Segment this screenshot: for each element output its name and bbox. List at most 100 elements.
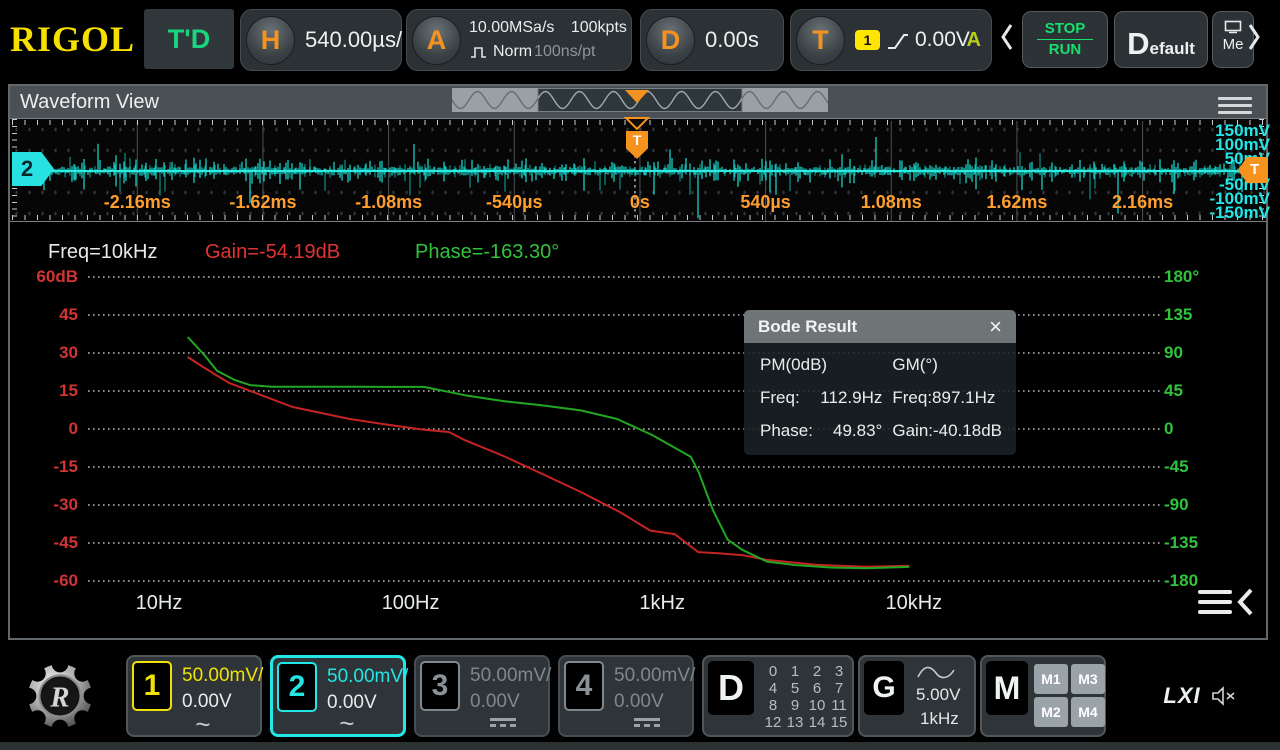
memory-depth: 100kpts bbox=[571, 19, 627, 36]
pm-header: PM(0dB) bbox=[760, 355, 882, 375]
phase-axis-tick: 135 bbox=[1164, 305, 1192, 325]
nav-left-icon[interactable] bbox=[1000, 22, 1014, 52]
svg-text:R: R bbox=[49, 681, 69, 713]
trigger-position-icon[interactable] bbox=[624, 117, 650, 130]
acquire-mode: Norm bbox=[493, 43, 532, 61]
channel-2-button[interactable]: 250.00mV/0.00V~ bbox=[270, 655, 406, 737]
result-row: Phase:49.83° bbox=[760, 421, 882, 441]
result-value: Gain:-40.18dB bbox=[892, 421, 1002, 441]
volt-label: -150mV bbox=[1210, 206, 1270, 220]
phase-axis-tick: 180° bbox=[1164, 267, 1199, 287]
result-row: Freq:897.1Hz bbox=[892, 388, 1002, 408]
digital-channel-0: 0 bbox=[762, 663, 784, 680]
math-button[interactable]: M M1M3M2M4 bbox=[980, 655, 1106, 737]
sample-rate: 10.00MSa/s bbox=[469, 19, 554, 36]
time-label: 540µs bbox=[740, 192, 790, 213]
channel-4-button[interactable]: 450.00mV/0.00V bbox=[558, 655, 694, 737]
bode-result-dialog: Bode Result × PM(0dB) Freq: 112.9Hz Phase:… bbox=[744, 310, 1016, 455]
digital-channel-13: 13 bbox=[784, 714, 806, 731]
freq-axis-tick: 10kHz bbox=[885, 592, 942, 615]
nav-right-icon[interactable] bbox=[1247, 22, 1261, 52]
result-label: Freq: bbox=[760, 388, 800, 408]
delay-knob[interactable]: D bbox=[646, 16, 695, 65]
dialog-header[interactable]: Bode Result × bbox=[744, 310, 1016, 343]
time-label: -540µs bbox=[486, 192, 542, 213]
dc-coupling-icon bbox=[490, 718, 516, 727]
collapse-menu-icon[interactable] bbox=[1198, 588, 1260, 622]
math-badge: M bbox=[986, 661, 1028, 715]
freq-axis-tick: 10Hz bbox=[136, 592, 183, 615]
gain-axis-tick: 15 bbox=[8, 381, 78, 401]
channel-2-badge: 2 bbox=[277, 662, 317, 712]
result-row: Gain:-40.18dB bbox=[892, 421, 1002, 441]
generator-button[interactable]: G 5.00V 1kHz bbox=[858, 655, 976, 737]
math-m4-button[interactable]: M4 bbox=[1071, 697, 1105, 727]
trigger-status-badge: T'D bbox=[144, 9, 234, 69]
math-m3-button[interactable]: M3 bbox=[1071, 664, 1105, 694]
result-value: Freq:897.1Hz bbox=[892, 388, 995, 408]
channel-3-button[interactable]: 350.00mV/0.00V bbox=[414, 655, 550, 737]
time-label: 1.62ms bbox=[986, 192, 1047, 213]
rigol-logo: RIGOL bbox=[10, 18, 135, 60]
digital-channel-2: 2 bbox=[806, 663, 828, 680]
phase-axis-tick: 0 bbox=[1164, 419, 1173, 439]
lxi-status[interactable]: LXI bbox=[1128, 652, 1272, 740]
result-value: 112.9Hz bbox=[820, 388, 882, 408]
digital-channel-5: 5 bbox=[784, 680, 806, 697]
math-m2-button[interactable]: M2 bbox=[1034, 697, 1068, 727]
digital-channel-6: 6 bbox=[806, 680, 828, 697]
lxi-label: LXI bbox=[1163, 683, 1200, 709]
trigger-level: 0.00V bbox=[915, 10, 970, 70]
horizontal-knob[interactable]: H bbox=[246, 16, 295, 65]
phase-axis-tick: -90 bbox=[1164, 495, 1189, 515]
ac-coupling-icon: ~ bbox=[195, 713, 210, 735]
gain-axis-tick: -30 bbox=[8, 495, 78, 515]
rigol-gear-logo[interactable]: R bbox=[10, 652, 110, 740]
generator-badge: G bbox=[864, 661, 904, 715]
sine-icon bbox=[916, 665, 956, 681]
sound-muted-icon[interactable] bbox=[1211, 685, 1237, 707]
channel-1-button[interactable]: 150.00mV/0.00V~ bbox=[126, 655, 262, 737]
result-label: Phase: bbox=[760, 421, 813, 441]
delay-group[interactable]: D 0.00s bbox=[640, 9, 784, 71]
math-m1-button[interactable]: M1 bbox=[1034, 664, 1068, 694]
trigger-group[interactable]: T 1 0.00V A bbox=[790, 9, 992, 71]
digital-channels-button[interactable]: D 0123456789101112131415 bbox=[702, 655, 854, 737]
gain-axis-tick: 60dB bbox=[8, 267, 78, 287]
digital-channel-9: 9 bbox=[784, 697, 806, 714]
default-label: Default bbox=[1127, 26, 1195, 62]
digital-channel-11: 11 bbox=[828, 697, 850, 714]
stop-label: STOP bbox=[1045, 21, 1086, 37]
menu-icon[interactable] bbox=[1218, 93, 1252, 118]
channel-scale: 50.00mV/ bbox=[182, 665, 263, 687]
channel-4-badge: 4 bbox=[564, 661, 604, 711]
cursor-phase-readout: Phase=-163.30° bbox=[415, 241, 559, 264]
digital-channel-3: 3 bbox=[828, 663, 850, 680]
stop-run-button[interactable]: STOP RUN bbox=[1022, 11, 1108, 68]
default-button[interactable]: Default bbox=[1114, 11, 1208, 68]
phase-axis-tick: -45 bbox=[1164, 457, 1189, 477]
trigger-knob[interactable]: T bbox=[796, 16, 845, 65]
channel-3-badge: 3 bbox=[420, 661, 460, 711]
delay-value: 0.00s bbox=[705, 10, 759, 70]
display-icon bbox=[1224, 20, 1242, 34]
channel-offset: 0.00V bbox=[614, 691, 664, 713]
navigator-position-icon[interactable] bbox=[625, 90, 649, 103]
horizontal-group[interactable]: H 540.00µs/ bbox=[240, 9, 402, 71]
gain-axis-tick: -15 bbox=[8, 457, 78, 477]
close-icon[interactable]: × bbox=[989, 316, 1002, 338]
cursor-gain-readout: Gain=-54.19dB bbox=[205, 241, 340, 264]
digital-channel-8: 8 bbox=[762, 697, 784, 714]
sample-resolution: 100ns/pt bbox=[534, 43, 595, 61]
channel-scale: 50.00mV/ bbox=[470, 665, 551, 687]
phase-axis-tick: -180 bbox=[1164, 571, 1198, 591]
window-title: Waveform View bbox=[20, 86, 159, 118]
acquire-group[interactable]: A 10.00MSa/s 100kpts Norm 100ns/pt bbox=[406, 9, 632, 71]
time-label: 2.16ms bbox=[1112, 192, 1173, 213]
oscilloscope-screen: RIGOL T'D H 540.00µs/ A 10.00MSa/s 100kp… bbox=[0, 0, 1280, 750]
digital-channel-15: 15 bbox=[828, 714, 850, 731]
phase-axis-tick: -135 bbox=[1164, 533, 1198, 553]
phase-axis-tick: 90 bbox=[1164, 343, 1183, 363]
acquire-knob[interactable]: A bbox=[412, 16, 461, 65]
digital-badge: D bbox=[708, 661, 754, 715]
